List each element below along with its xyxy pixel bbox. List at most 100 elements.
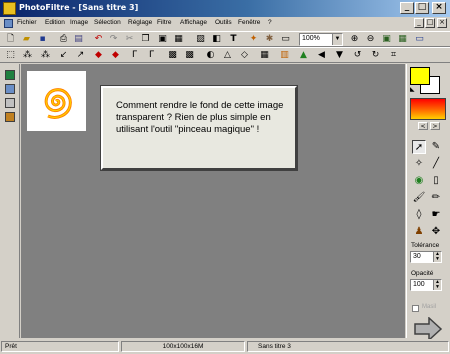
- flip-horizontal-icon[interactable]: ◀: [316, 50, 327, 61]
- batch-icon[interactable]: ▭: [280, 34, 291, 45]
- image-size-icon[interactable]: ▨: [195, 34, 206, 45]
- chevron-down-icon[interactable]: ▼: [332, 34, 342, 45]
- stamp-icon[interactable]: ♟: [412, 225, 426, 239]
- effects-icon[interactable]: ✦: [248, 34, 259, 45]
- eyedropper-icon[interactable]: ✎: [429, 140, 443, 154]
- menu-outils[interactable]: Outils: [215, 19, 232, 26]
- plugin-icon[interactable]: ✱: [264, 34, 275, 45]
- new-file-icon[interactable]: 🗋: [5, 34, 16, 45]
- blur-icon[interactable]: △: [222, 50, 233, 61]
- menu-reglage[interactable]: Réglage: [128, 19, 152, 26]
- brush-icon[interactable]: 🖌: [412, 191, 426, 205]
- mdi-restore-button[interactable]: □: [425, 18, 435, 28]
- tolerance-value: 30: [413, 253, 421, 260]
- gradient-next-button[interactable]: >: [430, 122, 440, 130]
- gradient-prev-button[interactable]: <: [418, 122, 428, 130]
- hue-icon[interactable]: ◆: [110, 50, 121, 61]
- explorer-icon[interactable]: [5, 70, 15, 80]
- rotate-right-icon[interactable]: ↻: [370, 50, 381, 61]
- contrast-icon[interactable]: ⁂: [40, 50, 51, 61]
- brightness-down-icon[interactable]: ↙: [58, 50, 69, 61]
- foreground-color-swatch[interactable]: [410, 67, 430, 85]
- swap-colors-icon[interactable]: ◣: [410, 86, 418, 94]
- document-icon[interactable]: [4, 19, 13, 28]
- image-canvas[interactable]: [27, 71, 86, 131]
- emboss-icon[interactable]: ▦: [259, 50, 270, 61]
- menu-filtre[interactable]: Filtre: [157, 19, 171, 26]
- mask-checkbox[interactable]: [412, 305, 419, 312]
- blur-drop-icon[interactable]: ◊: [412, 208, 426, 222]
- actual-size-icon[interactable]: ▦: [397, 34, 408, 45]
- redo-icon[interactable]: ↷: [108, 34, 119, 45]
- opacity-label: Opacité: [411, 270, 434, 277]
- opacity-input[interactable]: 100 ▲ ▼: [410, 279, 442, 291]
- paste-icon[interactable]: ▣: [157, 34, 168, 45]
- copy-icon[interactable]: ❐: [140, 34, 151, 45]
- print-icon[interactable]: ⎙: [58, 34, 69, 45]
- status-state: Prêt: [1, 341, 119, 352]
- sharpen-icon[interactable]: ◇: [239, 50, 250, 61]
- rotate-left-icon[interactable]: ↺: [352, 50, 363, 61]
- mdi-close-button[interactable]: ×: [437, 18, 447, 28]
- soften-icon[interactable]: ◐: [205, 50, 216, 61]
- auto-level-icon[interactable]: ⁂: [22, 50, 33, 61]
- select-all-icon[interactable]: ⬚: [5, 50, 16, 61]
- menu-bar: Fichier Edition Image Sélection Réglage …: [0, 17, 450, 30]
- filters-toolbar: ⬚ ⁂ ⁂ ↙ ↗ ◆ ◆ Γ Γ ▩ ▩ ◐ △ ◇ ▦ ▥ ▲ ◀ ▼ ↺ …: [0, 47, 450, 63]
- spiral-image: [44, 88, 72, 119]
- canvas-size-icon[interactable]: ◧: [211, 34, 222, 45]
- menu-help[interactable]: ?: [268, 19, 272, 26]
- selection-arrow-icon[interactable]: ➚: [412, 140, 426, 154]
- mask-label: Masil: [422, 304, 437, 310]
- flip-vertical-icon[interactable]: ▼: [334, 50, 345, 61]
- app-icon[interactable]: [3, 2, 16, 15]
- menu-selection[interactable]: Sélection: [94, 19, 121, 26]
- layers-icon[interactable]: [5, 98, 15, 108]
- menu-fenetre[interactable]: Fenêtre: [238, 19, 260, 26]
- save-icon[interactable]: ▪: [37, 34, 48, 45]
- grayscale-icon[interactable]: ▩: [167, 50, 178, 61]
- gamma-up-icon[interactable]: Γ: [146, 50, 157, 61]
- cut-icon[interactable]: ✂: [124, 34, 135, 45]
- brightness-up-icon[interactable]: ↗: [75, 50, 86, 61]
- clone-icon[interactable]: ✥: [429, 225, 443, 239]
- close-button[interactable]: ×: [432, 2, 446, 14]
- open-folder-icon[interactable]: ▰: [21, 34, 32, 45]
- film-icon[interactable]: ▦: [173, 34, 184, 45]
- history-icon[interactable]: [5, 112, 15, 122]
- gamma-down-icon[interactable]: Γ: [129, 50, 140, 61]
- smudge-icon[interactable]: ☛: [429, 208, 443, 222]
- menu-edition[interactable]: Edition: [45, 19, 65, 26]
- zoom-select[interactable]: 100% ▼: [299, 33, 343, 46]
- arrow-right-icon[interactable]: [413, 317, 443, 341]
- color-balance-icon[interactable]: ◆: [93, 50, 104, 61]
- fill-bucket-icon[interactable]: ◉: [412, 174, 426, 188]
- undo-icon[interactable]: ↶: [93, 34, 104, 45]
- opacity-spinner[interactable]: ▲ ▼: [433, 280, 441, 290]
- text-icon[interactable]: T: [228, 34, 239, 45]
- mdi-minimize-button[interactable]: _: [414, 18, 424, 28]
- magic-wand-icon[interactable]: ✧: [412, 157, 426, 171]
- sepia-icon[interactable]: ▩: [184, 50, 195, 61]
- fit-window-icon[interactable]: ▣: [381, 34, 392, 45]
- zoom-in-icon[interactable]: ⊕: [349, 34, 360, 45]
- spray-icon[interactable]: ▯: [429, 174, 443, 188]
- minimize-button[interactable]: _: [400, 2, 414, 14]
- scan-icon[interactable]: ▤: [73, 34, 84, 45]
- pencil-icon[interactable]: ✏: [429, 191, 443, 205]
- line-icon[interactable]: ╱: [429, 157, 443, 171]
- workspace[interactable]: Comment rendre le fond de cette image tr…: [21, 64, 405, 338]
- gradient-preview[interactable]: [410, 98, 446, 120]
- gradient-icon[interactable]: ▥: [279, 50, 290, 61]
- menu-affichage[interactable]: Affichage: [180, 19, 207, 26]
- zoom-out-icon[interactable]: ⊖: [365, 34, 376, 45]
- thumbnails-icon[interactable]: [5, 84, 15, 94]
- menu-fichier[interactable]: Fichier: [17, 19, 37, 26]
- landscape-icon[interactable]: ▲: [298, 50, 309, 61]
- fullscreen-icon[interactable]: ▭: [414, 34, 425, 45]
- crop-icon[interactable]: ⌗: [388, 50, 399, 61]
- menu-image[interactable]: Image: [70, 19, 88, 26]
- tolerance-input[interactable]: 30 ▲ ▼: [410, 251, 442, 263]
- tolerance-spinner[interactable]: ▲ ▼: [433, 252, 441, 262]
- maximize-button[interactable]: □: [415, 2, 429, 14]
